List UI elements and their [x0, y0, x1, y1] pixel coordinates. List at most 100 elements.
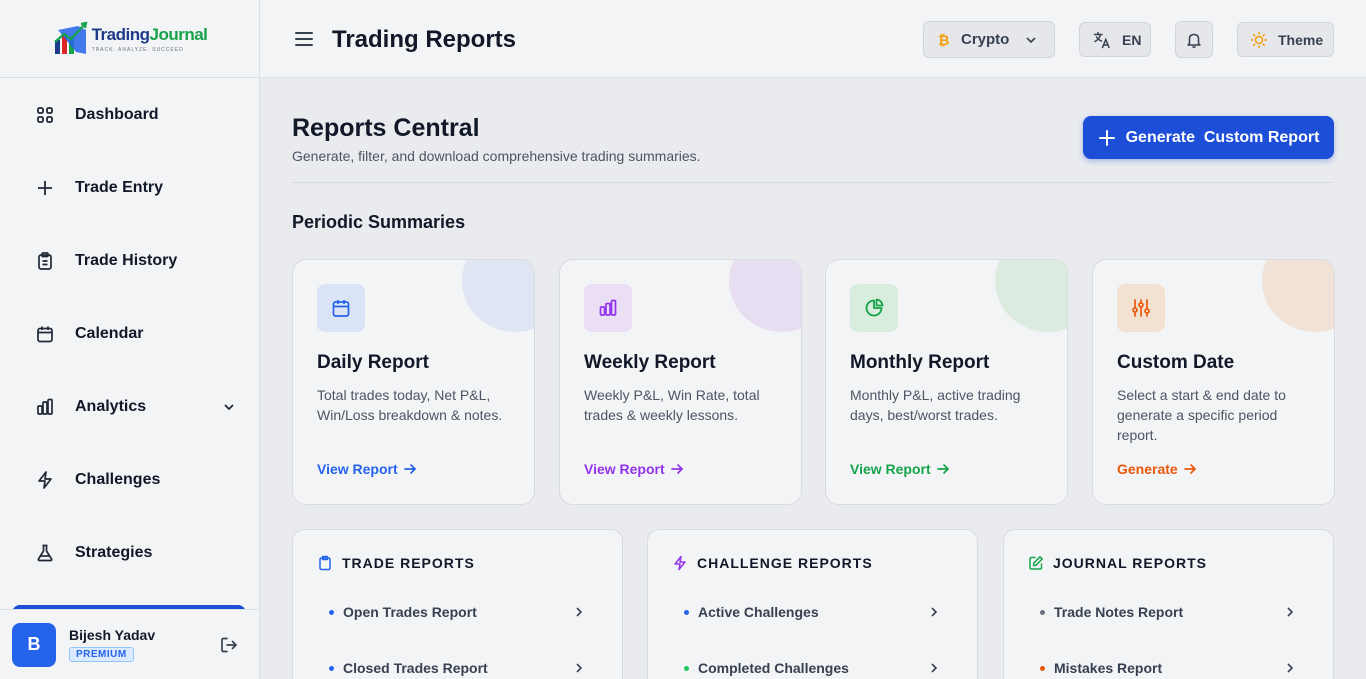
theme-toggle[interactable]: Theme [1237, 22, 1334, 57]
chevron-down-icon [1026, 36, 1036, 43]
lightning-icon [38, 470, 52, 489]
lightning-icon [674, 555, 686, 571]
monthly-report-card[interactable]: Monthly Report Monthly P&L, active tradi… [825, 259, 1068, 505]
view-report-link[interactable]: View Report [584, 461, 684, 477]
notifications-button[interactable] [1175, 21, 1213, 58]
journal-reports-panel: JOURNAL REPORTS Trade Notes Report Mista… [1003, 529, 1334, 679]
sidebar-item-label: Dashboard [75, 105, 159, 123]
report-item[interactable]: Trade Notes Report [1040, 602, 1297, 622]
report-item[interactable]: Completed Challenges [684, 658, 941, 678]
plus-icon [38, 180, 52, 195]
report-item[interactable]: Closed Trades Report [329, 658, 586, 678]
chevron-right-icon [576, 607, 583, 617]
sidebar-item-dashboard[interactable]: Dashboard [0, 78, 259, 151]
challenge-reports-panel: CHALLENGE REPORTS Active Challenges Comp… [647, 529, 978, 679]
language-label: EN [1122, 31, 1142, 48]
view-report-link[interactable]: View Report [850, 461, 950, 477]
pie-chart-icon [865, 298, 884, 317]
report-item[interactable]: Active Challenges [684, 602, 941, 622]
generate-custom-report-button[interactable]: Generate Custom Report [1083, 116, 1334, 159]
report-item[interactable]: Mistakes Report [1040, 658, 1297, 678]
card-title: Monthly Report [850, 352, 990, 373]
report-item[interactable]: Open Trades Report [329, 602, 586, 622]
sidebar-item-label: Strategies [75, 543, 153, 561]
sidebar-item-challenges[interactable]: Challenges [0, 443, 259, 516]
card-title: Custom Date [1117, 352, 1235, 373]
logo-area: TradingJournal TRACK. ANALYZE. SUCCEED [0, 0, 259, 78]
sidebar-item-label: Trade Entry [75, 178, 164, 196]
plan-badge: PREMIUM [69, 647, 134, 662]
theme-label: Theme [1278, 31, 1324, 48]
arrow-right-icon [936, 464, 949, 474]
grid-icon [37, 106, 53, 123]
sidebar-item-label: Calendar [75, 324, 144, 342]
bitcoin-icon: ₿ [938, 33, 949, 48]
sidebar-item-strategies[interactable]: Strategies [0, 516, 259, 589]
logo-tagline: TRACK. ANALYZE. SUCCEED [91, 46, 184, 53]
arrow-right-icon [670, 464, 683, 474]
sidebar-item-label: Analytics [75, 397, 147, 415]
chevron-right-icon [931, 663, 938, 673]
user-name: Bijesh Yadav [69, 627, 156, 643]
card-description: Select a start & end date to generate a … [1117, 387, 1286, 443]
main-content: Reports Central Generate, filter, and do… [260, 78, 1366, 679]
sidebar-nav: Dashboard Trade Entry Trade History Cale… [0, 78, 259, 589]
sidebar: TradingJournal TRACK. ANALYZE. SUCCEED D… [0, 0, 260, 679]
page-title: Trading Reports [332, 26, 517, 53]
logout-icon[interactable] [219, 635, 239, 655]
avatar[interactable]: B [12, 622, 56, 667]
chevron-right-icon [931, 607, 938, 617]
sidebar-item-trade-history[interactable]: Trade History [0, 224, 259, 297]
svg-text:₿: ₿ [938, 33, 949, 48]
market-label: Crypto [961, 31, 1010, 48]
card-description: Monthly P&L, active trading days, best/w… [850, 387, 1021, 423]
daily-report-card[interactable]: Daily Report Total trades today, Net P&L… [292, 259, 535, 505]
arrow-right-icon [403, 464, 416, 474]
edit-icon [1029, 556, 1043, 570]
plus-icon [1098, 129, 1115, 146]
periodic-summaries-heading: Periodic Summaries [292, 212, 466, 232]
arrow-right-icon [1183, 464, 1196, 474]
app-root: TradingJournal TRACK. ANALYZE. SUCCEED D… [0, 0, 1366, 679]
market-selector[interactable]: ₿ Crypto [923, 21, 1055, 58]
menu-icon[interactable] [293, 28, 315, 50]
section-subtitle: Generate, filter, and download comprehen… [292, 148, 701, 164]
panel-title: CHALLENGE REPORTS [697, 555, 873, 571]
section-heading: Reports Central [292, 114, 480, 142]
bar-chart-icon [599, 299, 617, 316]
user-panel: B Bijesh Yadav PREMIUM [0, 609, 259, 679]
sidebar-item-calendar[interactable]: Calendar [0, 297, 259, 370]
card-description: Weekly P&L, Win Rate, total trades & wee… [584, 387, 760, 423]
generate-link[interactable]: Generate [1117, 461, 1197, 477]
clipboard-icon [319, 555, 331, 571]
logo-title: TradingJournal [91, 24, 208, 44]
chevron-down-icon[interactable] [221, 399, 237, 415]
flask-icon [37, 544, 53, 561]
bar-chart-icon [37, 398, 53, 415]
app-logo[interactable]: TradingJournal TRACK. ANALYZE. SUCCEED [52, 20, 208, 58]
panel-title: JOURNAL REPORTS [1053, 555, 1207, 571]
sidebar-item-trade-entry[interactable]: Trade Entry [0, 151, 259, 224]
sidebar-item-analytics[interactable]: Analytics [0, 370, 259, 443]
sliders-icon [1132, 299, 1150, 317]
generate-button-label: Generate Custom Report [1125, 128, 1320, 146]
calendar-icon [332, 300, 350, 317]
card-description: Total trades today, Net P&L, Win/Loss br… [317, 387, 503, 423]
sidebar-item-label: Trade History [75, 251, 178, 269]
language-button[interactable]: EN [1079, 22, 1151, 57]
chevron-right-icon [1287, 663, 1294, 673]
chevron-right-icon [576, 663, 583, 673]
logo-chart-icon [53, 21, 87, 54]
trade-reports-panel: TRADE REPORTS Open Trades Report Closed … [292, 529, 623, 679]
custom-date-card[interactable]: Custom Date Select a start & end date to… [1092, 259, 1335, 505]
clipboard-icon [38, 251, 52, 270]
sun-icon [1250, 31, 1268, 48]
sidebar-item-label: Challenges [75, 470, 161, 488]
view-report-link[interactable]: View Report [317, 461, 417, 477]
card-title: Daily Report [317, 352, 429, 373]
panel-title: TRADE REPORTS [342, 555, 475, 571]
chevron-right-icon [1287, 607, 1294, 617]
top-header: Trading Reports ₿ Crypto EN Theme [260, 0, 1366, 78]
divider [292, 182, 1334, 183]
weekly-report-card[interactable]: Weekly Report Weekly P&L, Win Rate, tota… [559, 259, 802, 505]
